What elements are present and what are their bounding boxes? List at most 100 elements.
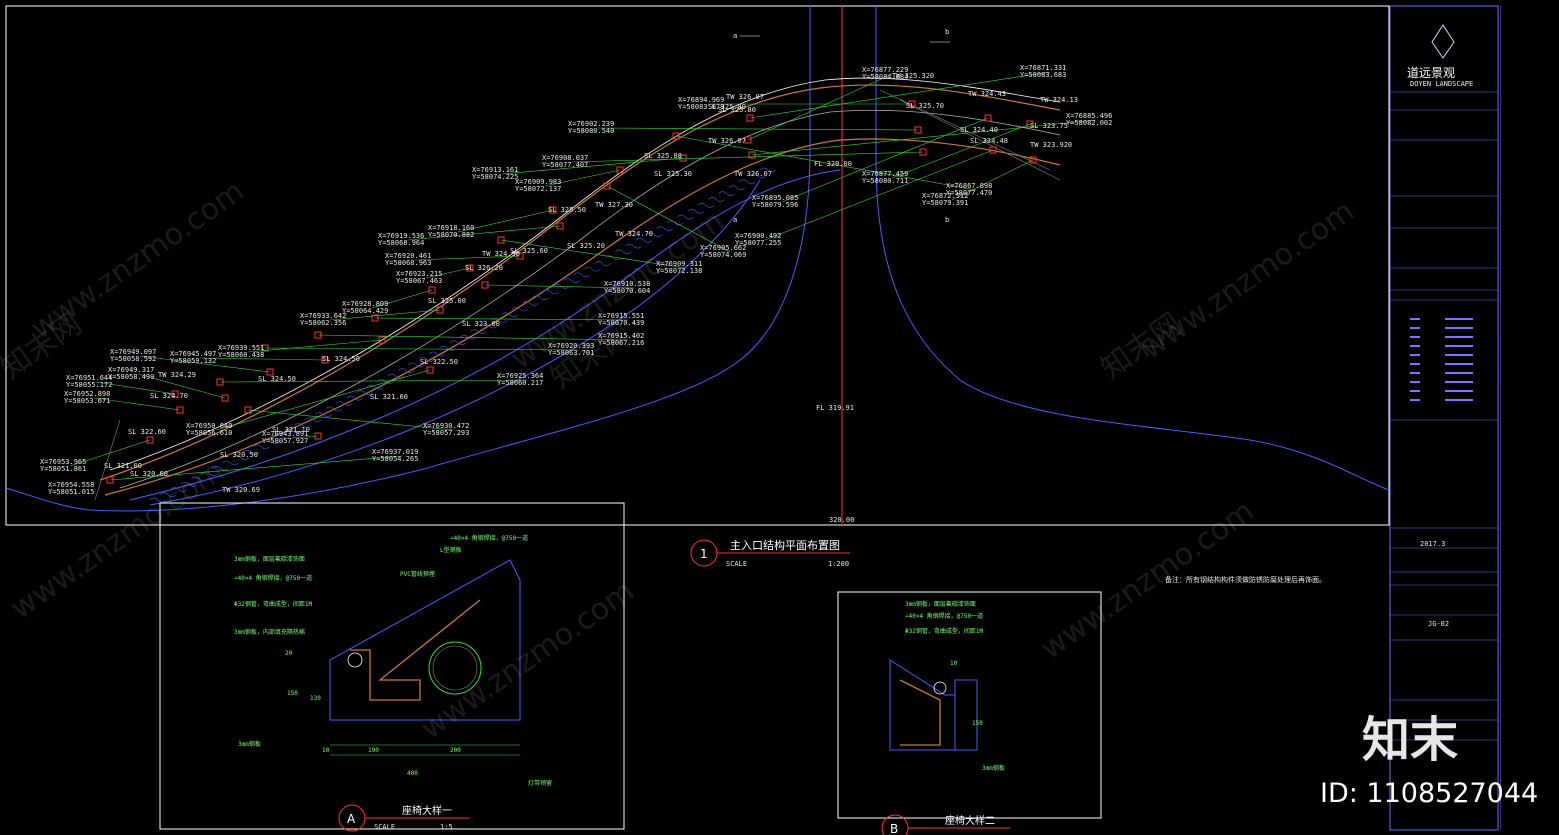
level-label: SL 321.60 xyxy=(370,393,408,401)
level-label: SL 322.60 xyxy=(128,428,166,436)
level-label: TW 324.43 xyxy=(968,90,1006,98)
title-block-entry xyxy=(1410,318,1420,320)
level-label: TW 324.13 xyxy=(1040,96,1078,104)
plan-scale-label: SCALE xyxy=(726,560,747,568)
detail-a-note-5: 3mm钢板 xyxy=(238,740,261,748)
detail-a-dim-2: 150 xyxy=(287,690,298,697)
coordinate-y-label: Y=58079.391 xyxy=(922,199,968,207)
hatch-wave xyxy=(656,226,673,232)
detail-b-title: 座椅大样二 xyxy=(945,814,995,827)
watermark-logo: 知末 xyxy=(1362,712,1459,768)
hatch-wave xyxy=(315,412,332,417)
coordinate-y-label: Y=58064.429 xyxy=(342,307,388,315)
drawing-note: 备注：所有钢结构构件须做防锈防腐处理后再饰面。 xyxy=(1165,575,1326,584)
level-labels: TW 326.07 SL 325.80 TW 326.07 SL 325.80 TW 3… xyxy=(104,72,1078,494)
plan-number: 1 xyxy=(700,547,708,561)
detail-a-title: 座椅大样一 xyxy=(402,804,452,817)
level-label: TW 326.07 xyxy=(734,170,772,178)
level-label: SL 320.50 xyxy=(220,451,258,459)
hatch-wave xyxy=(583,266,601,272)
title-block-entry xyxy=(1445,399,1473,401)
hatch-wave xyxy=(728,185,746,191)
detail-b-dim-1: 10 xyxy=(950,660,958,667)
level-label: TW 324.29 xyxy=(158,371,196,379)
title-block-entry xyxy=(1410,399,1420,401)
coordinate-y-label: Y=58060.438 xyxy=(218,351,264,359)
hatch-wave xyxy=(542,289,560,295)
level-label: SL 323.00 xyxy=(462,320,500,328)
coordinate-y-label: Y=58068.964 xyxy=(378,239,424,247)
detail-a-dim-6: 200 xyxy=(450,747,461,754)
title-block-entry xyxy=(1410,390,1420,392)
watermarks: www.znzmo.com www.znzmo.com www.znzmo.co… xyxy=(0,174,1361,747)
detail-a-note-6: ∠40×4 角钢焊接，@750一道 xyxy=(450,534,528,542)
coordinate-y-label: Y=58051.861 xyxy=(40,465,86,473)
level-label: SL 325.70 xyxy=(906,102,944,110)
coordinate-y-label: Y=58080.540 xyxy=(568,127,614,135)
fl-top-label: FL 320.00 xyxy=(814,160,852,168)
detail-b-note-4: 3mm钢板 xyxy=(982,764,1005,772)
hatch-wave xyxy=(739,179,756,185)
detail-a-note-1: 3mm钢板，面层氟碳漆饰面 xyxy=(234,555,305,563)
detail-a-note-7: L型钢板 xyxy=(440,546,462,554)
level-label: SL 325.20 xyxy=(567,242,605,250)
hatch-wave xyxy=(397,368,415,373)
title-block-entry xyxy=(1410,372,1420,374)
level-label: SL 322.50 xyxy=(420,358,458,366)
coordinate-y-label: Y=58077.470 xyxy=(946,189,992,197)
level-label: SL 324.48 xyxy=(970,137,1008,145)
level-label: SL 325.30 xyxy=(654,170,692,178)
coordinate-y-label: Y=58058.592 xyxy=(110,355,156,363)
hatch-wave xyxy=(635,238,653,243)
company-name: 道远景观 xyxy=(1407,66,1455,80)
section-a-bottom: a xyxy=(733,216,737,224)
level-label: SL 324.70 xyxy=(150,392,188,400)
detail-b-letter: B xyxy=(890,822,898,835)
level-bottom-label: 320.00 xyxy=(829,516,854,524)
coordinate-y-label: Y=58056.610 xyxy=(186,429,232,437)
title-block-entry xyxy=(1445,390,1473,392)
level-label: SL 324.50 xyxy=(258,375,296,383)
detail-a-note-8: PVC管线预埋 xyxy=(400,570,435,578)
coordinate-y-label: Y=58067.463 xyxy=(396,277,442,285)
hatch-wave xyxy=(573,272,591,278)
title-drawing-no: JG-02 xyxy=(1428,620,1449,628)
level-label: TW 326.07 xyxy=(726,93,764,101)
hatch-wave xyxy=(594,261,611,266)
hatch-wave xyxy=(563,278,580,283)
coordinate-y-label: Y=58070.882 xyxy=(428,231,474,239)
title-block-entry xyxy=(1445,327,1473,329)
level-label: SL 323.75 xyxy=(1030,122,1068,130)
title-block-entry xyxy=(1445,372,1473,374)
section-b-top: b xyxy=(945,28,949,36)
coordinate-y-label: Y=58074.225 xyxy=(472,173,518,181)
company-name-en: DOYEN LANDSCAPE xyxy=(1410,80,1473,88)
level-label: TW 320.69 xyxy=(222,486,260,494)
leader-line xyxy=(597,127,919,131)
plan-scale-value: 1:200 xyxy=(828,560,849,568)
detail-a-dim-1: 20 xyxy=(285,650,293,657)
leader-line xyxy=(747,73,893,141)
coordinate-y-label: Y=58068.963 xyxy=(385,259,431,267)
cad-drawing-canvas: X=76871.331Y=58083.683X=76877.229Y=58084… xyxy=(0,5,1501,835)
hatch-wave xyxy=(222,460,239,466)
coordinate-y-label: Y=58054.265 xyxy=(372,455,418,463)
title-block-entry xyxy=(1445,381,1473,383)
coordinate-y-label: Y=58051.015 xyxy=(48,488,94,496)
seating-band xyxy=(94,77,1061,506)
title-block-entry xyxy=(1445,354,1473,356)
coordinate-y-label: Y=58057.293 xyxy=(423,429,469,437)
watermark-id: ID: 1108527044 xyxy=(1320,778,1539,809)
coordinate-y-label: Y=58074.069 xyxy=(700,251,746,259)
level-label: SL 326.20 xyxy=(465,264,503,272)
level-label: SL 324.50 xyxy=(322,355,360,363)
coordinate-y-label: Y=58062.356 xyxy=(300,319,346,327)
coordinate-y-label: Y=58080.711 xyxy=(862,177,908,185)
level-label: TW 324.70 xyxy=(615,230,653,238)
level-label: SL 324.40 xyxy=(960,126,998,134)
hatch-wave xyxy=(615,249,632,255)
detail-a-letter: A xyxy=(347,812,356,826)
title-block-entry xyxy=(1410,381,1420,383)
level-label: SL 325.80 xyxy=(644,152,682,160)
detail-a-note-3: Φ32钢管，弯曲成型，间距1M xyxy=(234,600,312,608)
